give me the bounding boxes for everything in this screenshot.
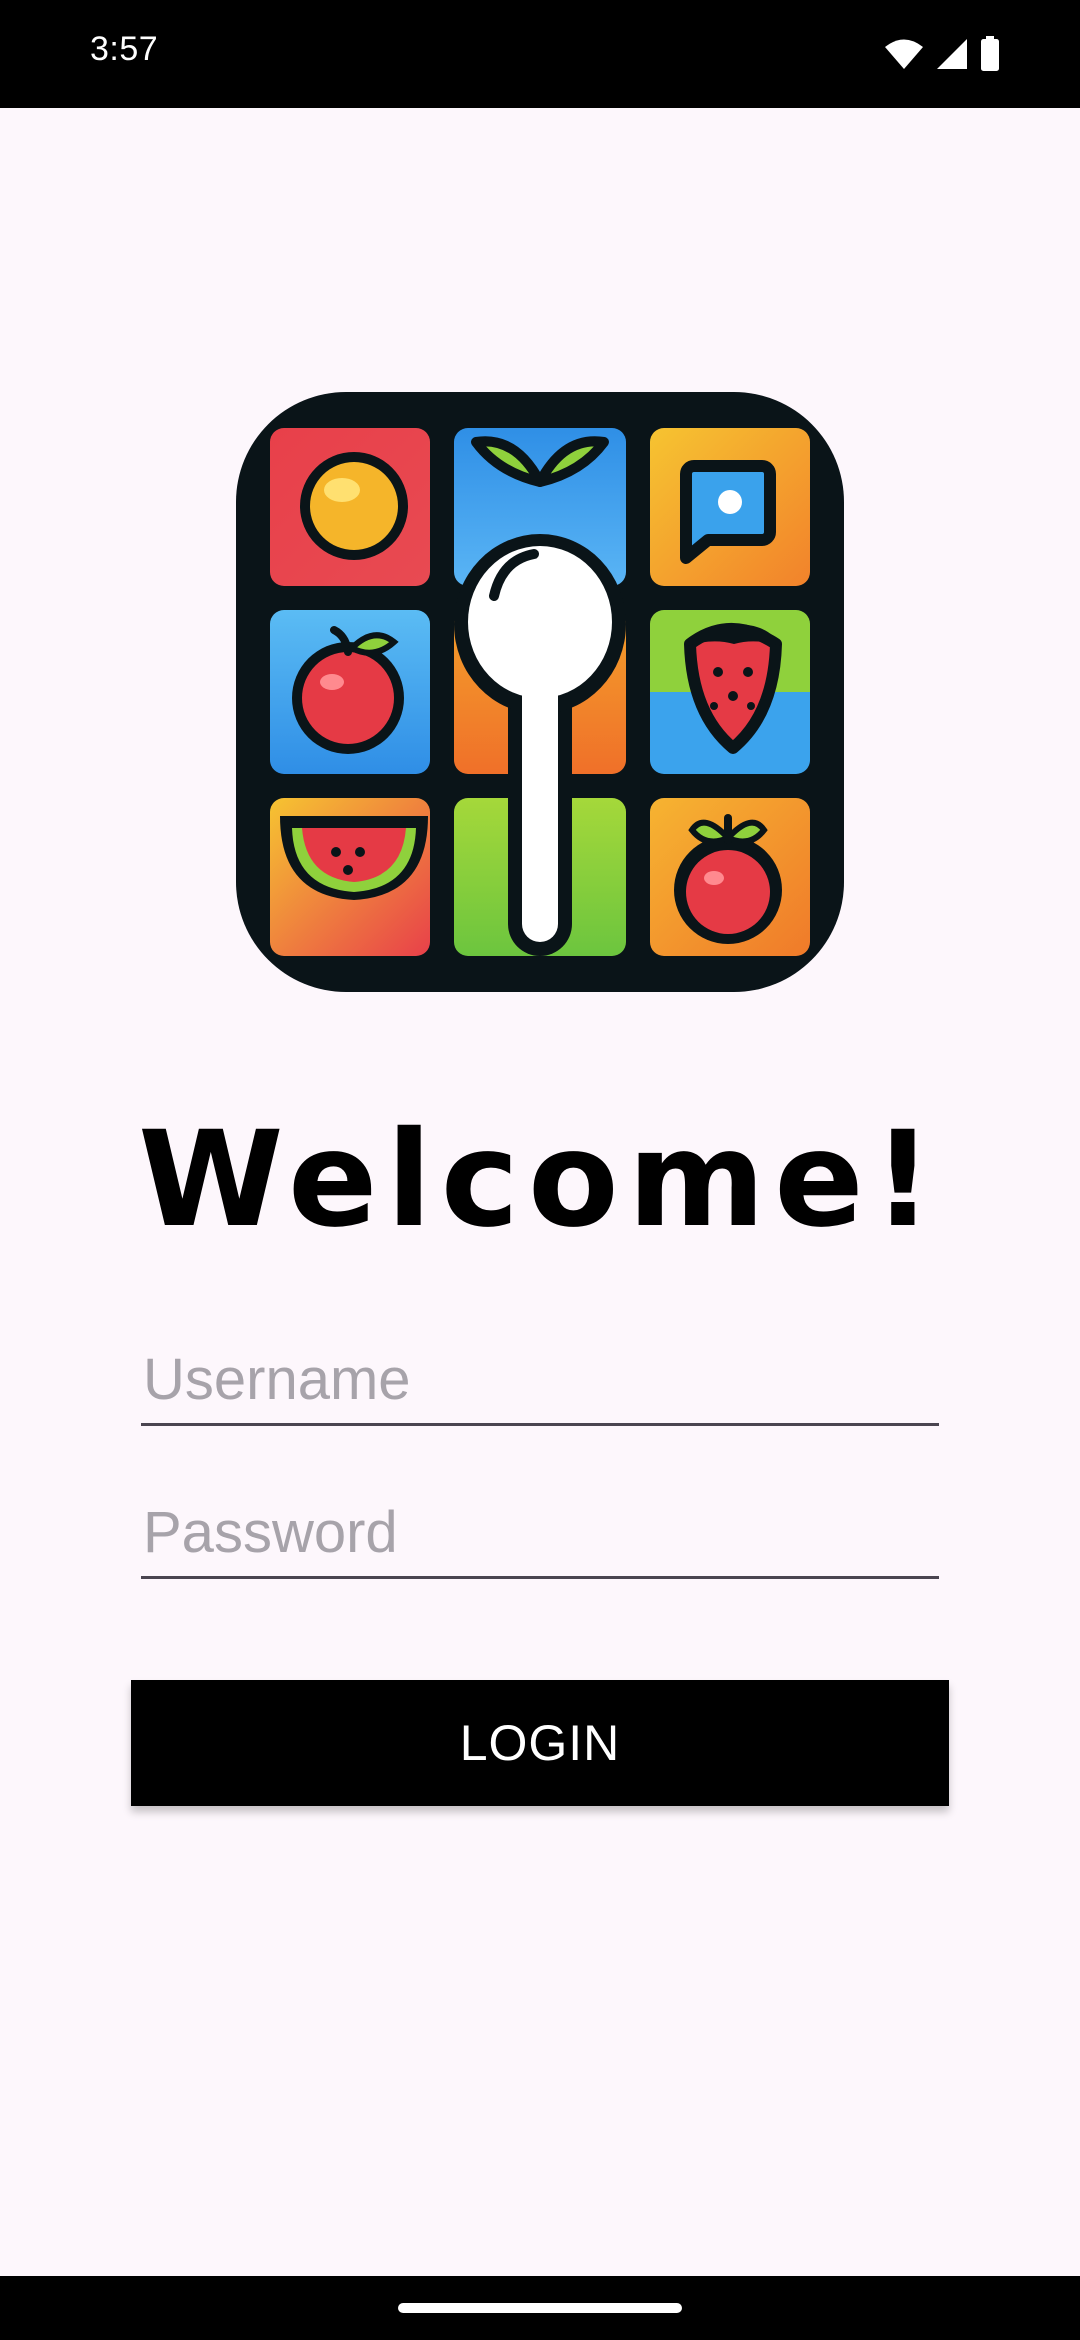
login-button[interactable]: LOGIN: [131, 1680, 949, 1806]
battery-icon: [980, 36, 1000, 72]
login-screen: 3:57 Welcome! Username LOGIN: [0, 0, 1080, 2340]
home-gesture-handle[interactable]: [398, 2303, 682, 2313]
password-input[interactable]: [141, 1489, 939, 1579]
username-input[interactable]: [141, 1336, 939, 1426]
welcome-heading: Welcome!: [138, 1103, 942, 1257]
app-logo: [236, 392, 844, 992]
status-time: 3:57: [90, 30, 159, 68]
status-icons: [884, 34, 1000, 74]
cell-signal-icon: [936, 38, 968, 70]
wifi-icon: [884, 38, 924, 70]
navigation-bar: [0, 2276, 1080, 2340]
status-bar: 3:57: [0, 0, 1080, 108]
food-grid-spoon-logo-icon: [236, 392, 844, 992]
